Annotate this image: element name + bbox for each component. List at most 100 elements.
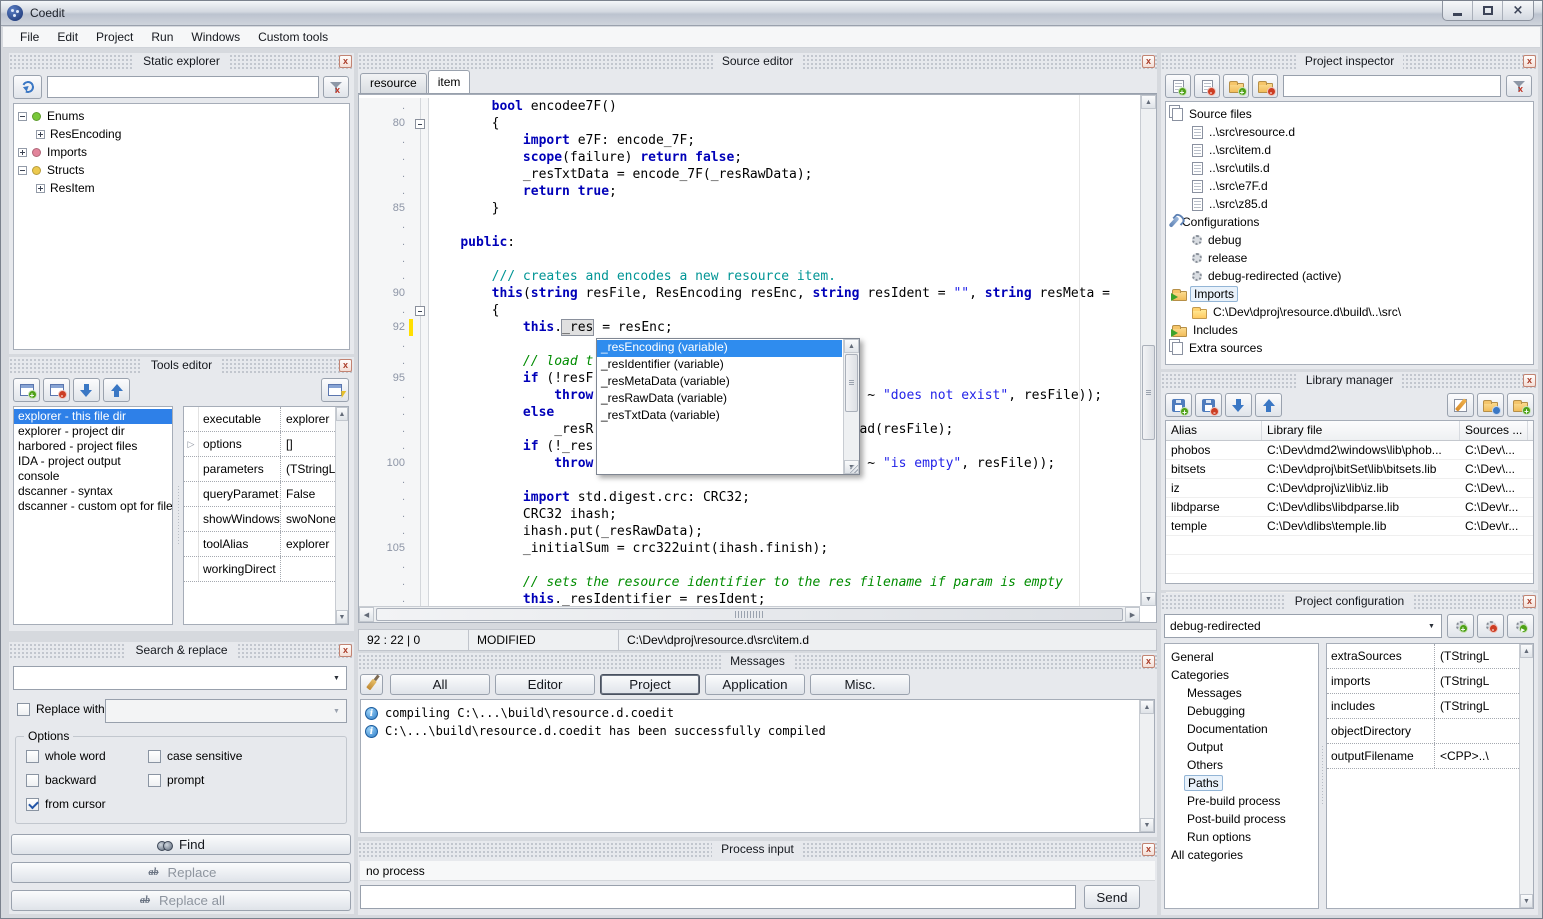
property-value[interactable]: (TStringL bbox=[1435, 649, 1519, 663]
tool-move-up-button[interactable] bbox=[103, 378, 130, 402]
tools-splitter[interactable] bbox=[175, 406, 181, 625]
source-editor-close-button[interactable] bbox=[1142, 55, 1155, 68]
inspector-item-extra-sources[interactable]: Extra sources bbox=[1166, 339, 1533, 357]
clear-messages-button[interactable] bbox=[360, 674, 383, 695]
scroll-up-icon[interactable]: ▲ bbox=[1520, 644, 1533, 658]
category-pre-build-process[interactable]: Pre-build process bbox=[1165, 792, 1318, 810]
collapse-icon[interactable] bbox=[18, 112, 27, 121]
inspector-item-src-e7f-d[interactable]: ..\src\e7F.d bbox=[1166, 177, 1533, 195]
property-row-queryparamet[interactable]: queryParametFalse bbox=[184, 482, 335, 507]
process-input-close-button[interactable] bbox=[1142, 843, 1155, 856]
category-paths[interactable]: Paths bbox=[1165, 774, 1318, 792]
project-inspector-close-button[interactable] bbox=[1523, 55, 1536, 68]
checkbox-backward[interactable] bbox=[26, 774, 39, 787]
minimize-button[interactable] bbox=[1443, 1, 1473, 20]
property-value[interactable]: (TStringL bbox=[1435, 674, 1519, 688]
configuration-splitter[interactable] bbox=[1320, 643, 1325, 909]
library-row-libdparse[interactable]: libdparseC:\Dev\dlibs\libdparse.libC:\De… bbox=[1166, 498, 1533, 517]
library-row-phobos[interactable]: phobosC:\Dev\dmd2\windows\lib\phob...C:\… bbox=[1166, 441, 1533, 460]
scrollbar-thumb[interactable] bbox=[1142, 345, 1155, 440]
code-editor[interactable]: . bool encodee7F()80 {. import e7F: enco… bbox=[358, 94, 1157, 623]
config-property-objectdirectory[interactable]: objectDirectory bbox=[1327, 719, 1519, 744]
inspector-item-configurations[interactable]: Configurations bbox=[1166, 213, 1533, 231]
property-row-workingdirect[interactable]: workingDirect bbox=[184, 557, 335, 582]
completion-scrollbar[interactable]: ▲ ▼ bbox=[843, 339, 859, 474]
category-categories[interactable]: Categories bbox=[1165, 666, 1318, 684]
inspector-item-src-z85-d[interactable]: ..\src\z85.d bbox=[1166, 195, 1533, 213]
message-row[interactable]: icompiling C:\...\build\resource.d.coedi… bbox=[361, 704, 1154, 722]
replace-all-button[interactable]: Replace all bbox=[11, 890, 351, 911]
checkbox-whole-word[interactable] bbox=[26, 750, 39, 763]
process-input-field[interactable] bbox=[361, 886, 1075, 908]
column-header-library-file[interactable]: Library file bbox=[1262, 421, 1460, 440]
completion-item-residentifier-variable[interactable]: _resIdentifier (variable) bbox=[597, 357, 842, 374]
property-value[interactable]: <CPP>..\ bbox=[1435, 749, 1519, 763]
replace-term-combobox[interactable]: ▼ bbox=[105, 699, 347, 723]
tab-resource[interactable]: resource bbox=[360, 73, 427, 93]
tools-property-grid[interactable]: ▲ ▼ executableexplorer▷options[]paramete… bbox=[183, 406, 349, 625]
messages-close-button[interactable] bbox=[1142, 655, 1155, 668]
completion-item-restxtdata-variable[interactable]: _resTxtData (variable) bbox=[597, 408, 842, 425]
property-value[interactable]: explorer bbox=[281, 412, 335, 426]
tool-execute-button[interactable] bbox=[321, 378, 349, 402]
checkbox-from-cursor[interactable] bbox=[26, 798, 39, 811]
inspector-item-src-item-d[interactable]: ..\src\item.d bbox=[1166, 141, 1533, 159]
tab-item[interactable]: item bbox=[428, 70, 471, 93]
filter-button-editor[interactable]: Editor bbox=[495, 674, 595, 695]
configuration-grid-scrollbar[interactable]: ▲ ▼ bbox=[1519, 644, 1533, 908]
scroll-down-icon[interactable]: ▼ bbox=[1140, 818, 1154, 832]
configuration-run-button[interactable] bbox=[1507, 614, 1534, 638]
menu-item-file[interactable]: File bbox=[11, 28, 48, 46]
tree-item-imports[interactable]: Imports bbox=[14, 143, 349, 161]
editor-vertical-scrollbar[interactable]: ▲ ▼ bbox=[1140, 95, 1156, 606]
filter-button-application[interactable]: Application bbox=[705, 674, 805, 695]
inspector-item-debug-redirected-active[interactable]: debug-redirected (active) bbox=[1166, 267, 1533, 285]
category-post-build-process[interactable]: Post-build process bbox=[1165, 810, 1318, 828]
tool-item-ida-project-output[interactable]: IDA - project output bbox=[14, 454, 172, 469]
messages-list[interactable]: icompiling C:\...\build\resource.d.coedi… bbox=[360, 699, 1155, 833]
inspector-item-src-resource-d[interactable]: ..\src\resource.d bbox=[1166, 123, 1533, 141]
tool-item-harbored-project-files[interactable]: harbored - project files bbox=[14, 439, 172, 454]
property-row-options[interactable]: ▷options[] bbox=[184, 432, 335, 457]
category-general[interactable]: General bbox=[1165, 648, 1318, 666]
checkbox-prompt[interactable] bbox=[148, 774, 161, 787]
tool-move-down-button[interactable] bbox=[73, 378, 100, 402]
send-button[interactable]: Send bbox=[1084, 885, 1140, 909]
scroll-right-icon[interactable]: ▶ bbox=[1125, 607, 1140, 622]
filter-button-misc[interactable]: Misc. bbox=[810, 674, 910, 695]
completion-item-resmetadata-variable[interactable]: _resMetaData (variable) bbox=[597, 374, 842, 391]
filter-button-all[interactable]: All bbox=[390, 674, 490, 695]
message-row[interactable]: iC:\...\build\resource.d.coedit has been… bbox=[361, 722, 1154, 740]
tools-editor-close-button[interactable] bbox=[339, 359, 352, 372]
chevron-down-icon[interactable]: ▼ bbox=[1423, 616, 1440, 636]
checkbox-case-sensitive[interactable] bbox=[148, 750, 161, 763]
library-row-bitsets[interactable]: bitsetsC:\Dev\dproj\bitSet\lib\bitsets.l… bbox=[1166, 460, 1533, 479]
add-source-button[interactable] bbox=[1165, 74, 1191, 98]
inspector-item-src-utils-d[interactable]: ..\src\utils.d bbox=[1166, 159, 1533, 177]
category-messages[interactable]: Messages bbox=[1165, 684, 1318, 702]
scroll-up-icon[interactable]: ▲ bbox=[336, 407, 348, 421]
tool-item-console[interactable]: console bbox=[14, 469, 172, 484]
inspector-item-debug[interactable]: debug bbox=[1166, 231, 1533, 249]
menu-item-edit[interactable]: Edit bbox=[48, 28, 87, 46]
inspector-item-source-files[interactable]: Source files bbox=[1166, 105, 1533, 123]
library-remove-button[interactable] bbox=[1195, 393, 1222, 417]
replace-with-checkbox[interactable] bbox=[17, 703, 30, 716]
remove-folder-button[interactable] bbox=[1252, 74, 1278, 98]
property-value[interactable]: [] bbox=[281, 437, 335, 451]
tool-item-dscanner-custom-opt-for-file[interactable]: dscanner - custom opt for file bbox=[14, 499, 172, 514]
category-others[interactable]: Others bbox=[1165, 756, 1318, 774]
menu-item-windows[interactable]: Windows bbox=[182, 28, 249, 46]
inspector-item-imports[interactable]: Imports bbox=[1166, 285, 1533, 303]
menu-item-run[interactable]: Run bbox=[142, 28, 182, 46]
scroll-up-icon[interactable]: ▲ bbox=[1140, 700, 1154, 714]
collapse-icon[interactable] bbox=[18, 166, 27, 175]
fold-collapse-icon[interactable] bbox=[415, 306, 425, 316]
expand-icon[interactable] bbox=[36, 184, 45, 193]
library-edit-button[interactable] bbox=[1447, 393, 1474, 417]
category-run-options[interactable]: Run options bbox=[1165, 828, 1318, 846]
tree-item-structs[interactable]: Structs bbox=[14, 161, 349, 179]
inspector-item-c-dev-dproj-resource-d-build-src[interactable]: C:\Dev\dproj\resource.d\build\..\src\ bbox=[1166, 303, 1533, 321]
static-explorer-clear-filter-button[interactable] bbox=[323, 76, 349, 98]
library-row-temple[interactable]: templeC:\Dev\dlibs\temple.libC:\Dev\r... bbox=[1166, 517, 1533, 536]
